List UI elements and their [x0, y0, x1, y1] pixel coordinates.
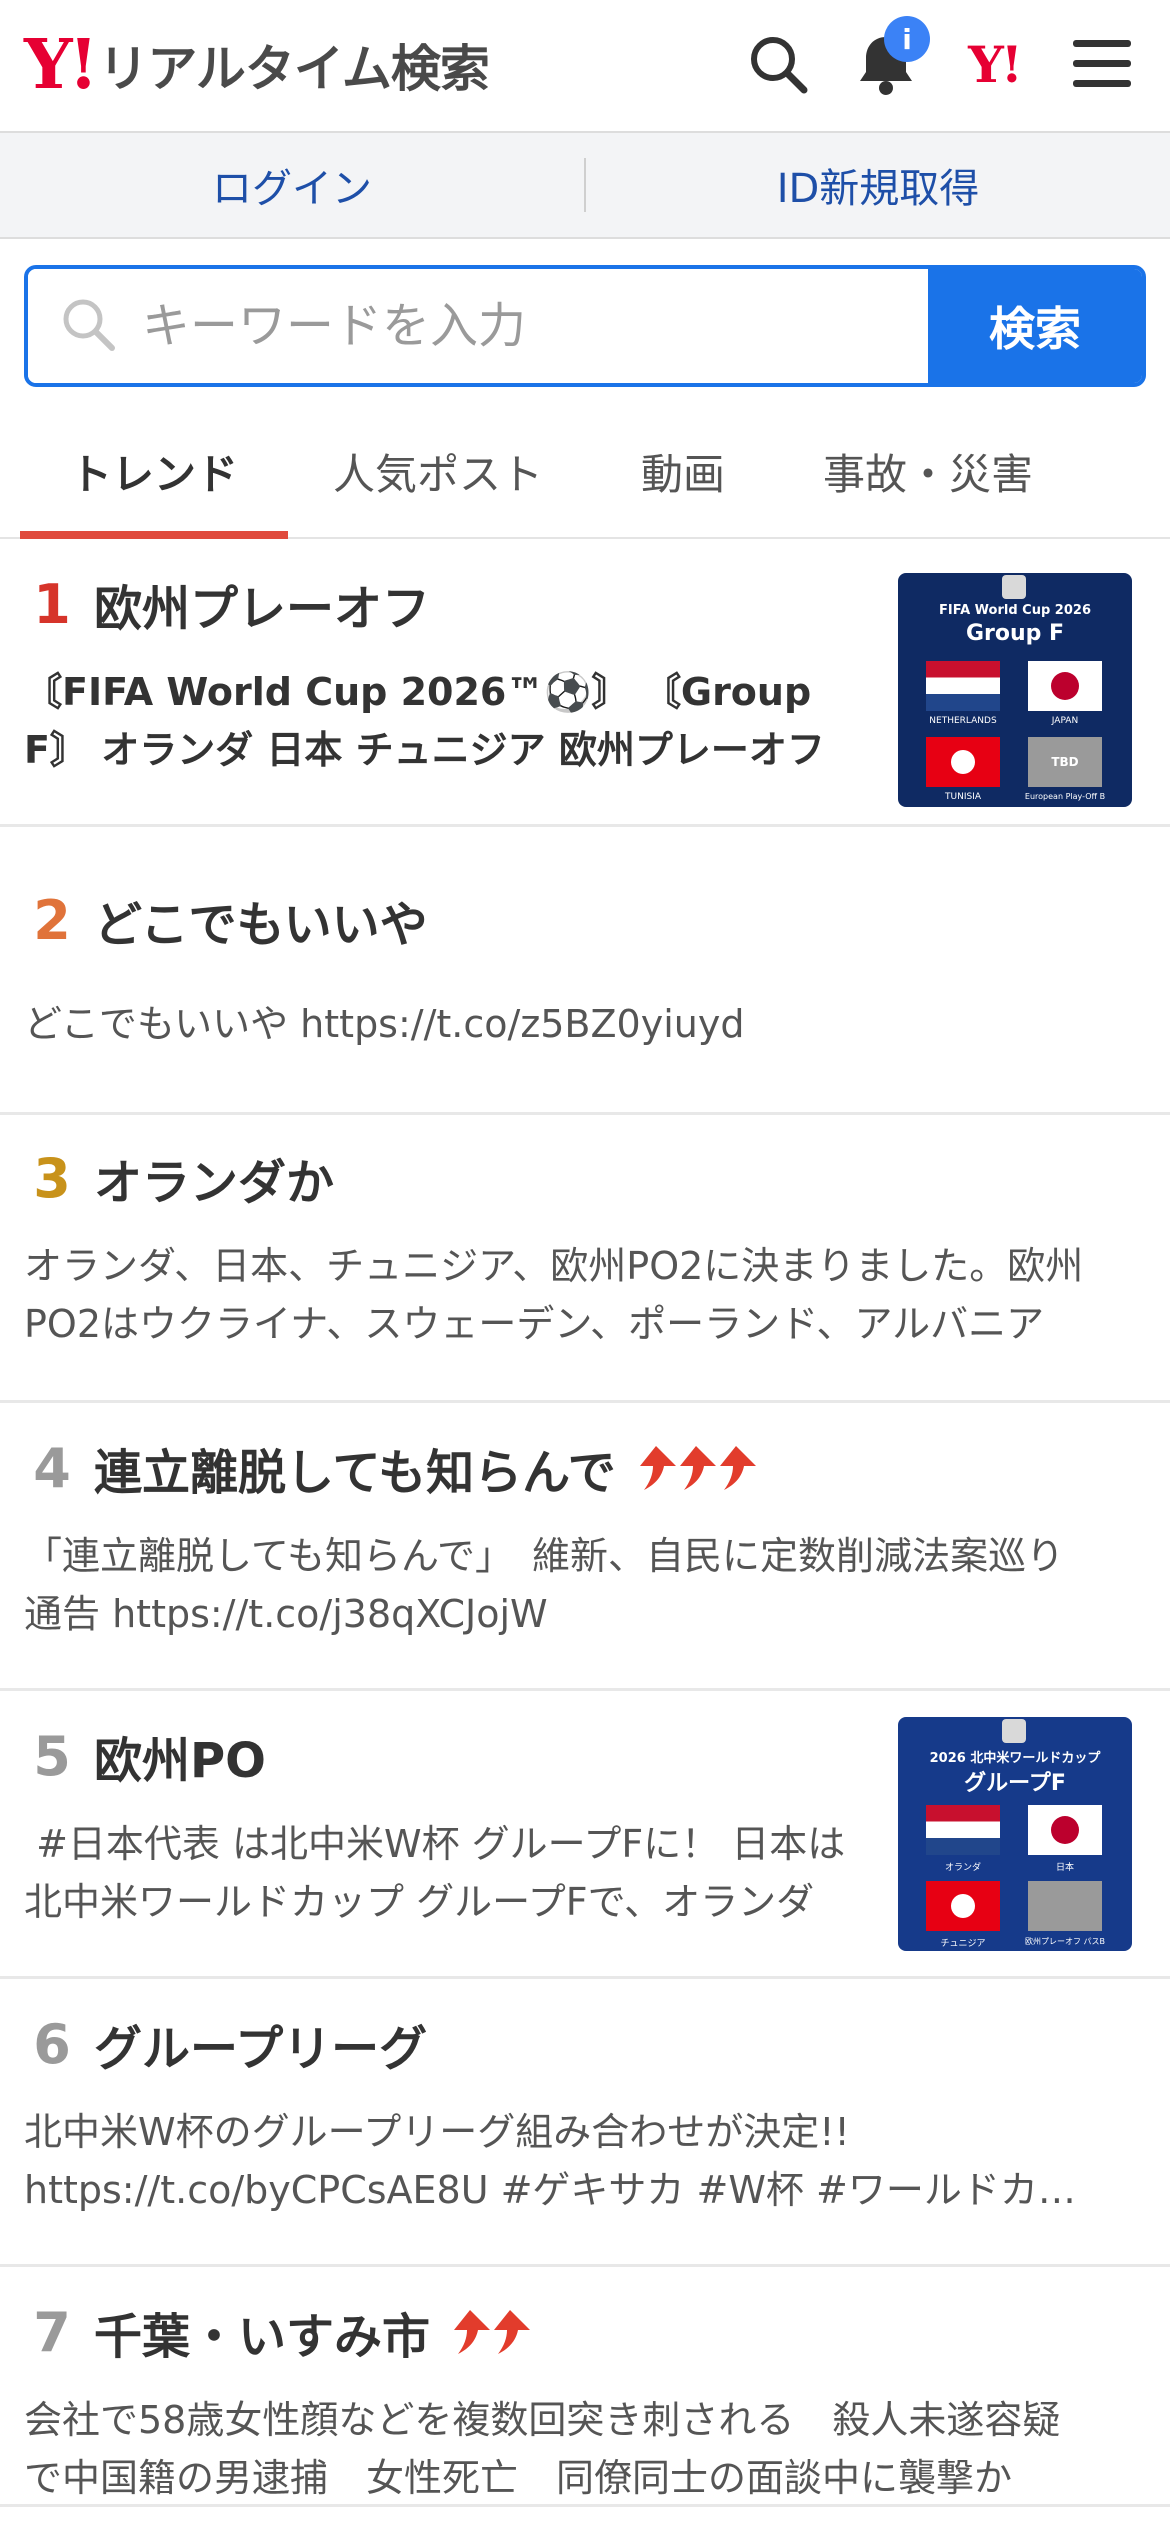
flag-tunisia	[926, 1881, 1000, 1931]
trend-heading: 5 欧州PO	[24, 1721, 870, 1791]
register-id-link[interactable]: ID新規取得	[586, 156, 1170, 214]
flag-netherlands	[926, 661, 1000, 711]
trend-description: ​ #日本代表 は北中米W杯 グループFに！ ​日本は北中米ワールドカップ グル…	[24, 1822, 846, 1924]
trend-title: 連立離脱しても知らんで	[94, 1445, 616, 1501]
team-label: European Play-Off B	[1024, 792, 1106, 801]
app-title: リアルタイム検索	[98, 40, 489, 98]
trend-item[interactable]: 7 千葉・いすみ市会社で58歳女性顔などを複数回突き刺される 殺人未遂容疑で中国籍…	[0, 2267, 1170, 2507]
trend-title: どこでもいいや	[94, 897, 428, 953]
flag-tunisia	[926, 737, 1000, 787]
tab-label: 事故・災害	[822, 449, 1033, 499]
trend-item[interactable]: 6 グループリーグ北中米W杯のグループリーグ組み合わせが決定!! https://…	[0, 1979, 1170, 2267]
trend-item[interactable]: 5 欧州PO ​ #日本代表 は北中米W杯 グループFに！ ​日本は北中米ワールドカ…	[0, 1691, 1170, 1979]
flag-tbd: TBD	[1028, 737, 1102, 787]
trend-rank: 6	[33, 2012, 71, 2076]
trend-heading: 3 オランダか	[24, 1143, 1090, 1213]
header-icons: i Y!	[706, 16, 1138, 100]
trend-description: どこでもいいや https://t.co/z5BZ0yiuyd	[24, 1002, 745, 1046]
trend-item[interactable]: 2 どこでもいいやどこでもいいや https://t.co/z5BZ0yiuyd	[0, 827, 1170, 1115]
tab-label: 人気ポスト	[332, 449, 543, 499]
team-label: オランダ	[944, 1863, 981, 1873]
trend-rank: 1	[33, 572, 71, 636]
trend-rising-indicator	[634, 1444, 756, 1492]
thumb-header: 2026 北中米ワールドカップ	[929, 1751, 1101, 1766]
trend-rank: 3	[33, 1146, 71, 1210]
search-box: 検索	[24, 265, 1146, 387]
login-link[interactable]: ログイン	[0, 156, 584, 214]
trend-heading: 4 連立離脱しても知らんで	[24, 1433, 1090, 1503]
trend-thumbnail[interactable]: 2026 北中米ワールドカップグループF オランダ 日本チュニジア 欧州プレーオフ パ…	[898, 1717, 1132, 1951]
trophy-icon	[1002, 1719, 1026, 1743]
search-icon[interactable]	[742, 28, 814, 100]
trend-heading: 2 どこでもいいや	[24, 885, 1090, 955]
trend-rank: 4	[33, 1436, 71, 1500]
notification-badge: i	[884, 16, 930, 62]
team-label: JAPAN	[1051, 716, 1079, 726]
trend-heading: 6 グループリーグ	[24, 2009, 1090, 2079]
tbd-label: TBD	[1051, 755, 1079, 769]
thumb-group: グループF	[964, 1771, 1066, 1796]
trending-up-arrow-icon	[494, 2310, 531, 2354]
notification-bell-icon[interactable]: i	[850, 16, 930, 100]
yahoo-mark: Y!	[968, 34, 1023, 94]
trend-item[interactable]: 4 連立離脱しても知らんで「連立離脱しても知らんで」 維新、自民に定数削減法案巡り…	[0, 1403, 1170, 1691]
trend-item[interactable]: 3 オランダかオランダ、日本、チュニジア、欧州PO2に決まりました。欧州PO2はウ…	[0, 1115, 1170, 1403]
trend-title: 欧州PO	[94, 1733, 266, 1789]
search-field-icon	[60, 296, 116, 356]
login-bar: ログイン ID新規取得	[0, 133, 1170, 239]
thumb-header: FIFA World Cup 2026	[938, 603, 1091, 618]
trend-description: 「連立離脱しても知らんで」 維新、自民に定数削減法案巡り通告 https://t…	[24, 1534, 1065, 1636]
trend-title: オランダか	[94, 1155, 335, 1211]
trend-description: 北中米W杯のグループリーグ組み合わせが決定!! https://t.co/byC…	[24, 2110, 1076, 2212]
trend-title: 千葉・いすみ市	[94, 2309, 431, 2365]
tab-3[interactable]: 動画	[588, 405, 778, 537]
trend-list: 1 欧州プレーオフ〘FIFA World Cup 2026™⚽〙 〘Group F…	[0, 539, 1170, 2507]
tab-1[interactable]: トレンド	[20, 405, 288, 539]
trend-rank: 5	[33, 1724, 71, 1788]
trend-description: オランダ、日本、チュニジア、欧州PO2に決まりました。欧州PO2はウクライナ、ス…	[24, 1244, 1084, 1346]
tab-label: トレンド	[69, 449, 238, 499]
flag-netherlands	[926, 1805, 1000, 1855]
flag-japan	[1028, 661, 1102, 711]
trend-item[interactable]: 1 欧州プレーオフ〘FIFA World Cup 2026™⚽〙 〘Group F…	[0, 539, 1170, 827]
tab-4[interactable]: 事故・災害	[778, 405, 1078, 537]
search-button[interactable]: 検索	[928, 269, 1142, 383]
flag-japan	[1028, 1805, 1102, 1855]
trend-rank: 2	[33, 888, 71, 952]
trophy-icon	[1002, 575, 1026, 599]
trend-description: 会社で58歳女性顔などを複数回突き刺される 殺人未遂容疑で中国籍の男逮捕 女性死…	[24, 2398, 1061, 2500]
team-label: TUNISIA	[945, 792, 981, 802]
yahoo-logo-mark: Y!	[24, 25, 98, 105]
trend-heading: 7 千葉・いすみ市	[24, 2297, 1090, 2367]
team-label: チュニジア	[940, 1939, 986, 1949]
flag-tbd	[1028, 1881, 1102, 1931]
search-field	[28, 269, 928, 383]
app-logo[interactable]: Y! リアルタイム検索	[24, 25, 490, 105]
trend-title: 欧州プレーオフ	[94, 581, 431, 637]
team-label: NETHERLANDS	[929, 716, 997, 726]
team-label: 欧州プレーオフ パスB	[1024, 1937, 1106, 1946]
trend-description: 〘FIFA World Cup 2026™⚽〙 〘Group F〙 ​オランダ …	[24, 670, 825, 772]
hamburger-menu-icon[interactable]	[1066, 28, 1138, 100]
trend-thumbnail[interactable]: FIFA World Cup 2026 Group F NETHERLANDS JAP…	[898, 573, 1132, 807]
app-header: Y! リアルタイム検索 i Y!	[0, 0, 1170, 133]
search-area: 検索	[0, 239, 1170, 399]
tab-2[interactable]: 人気ポスト	[288, 405, 588, 537]
search-input[interactable]	[142, 298, 928, 354]
trend-heading: 1 欧州プレーオフ	[24, 569, 870, 639]
category-tabs: トレンド 人気ポスト 動画 事故・災害	[0, 405, 1170, 539]
trending-up-arrow-icon	[719, 1446, 756, 1490]
thumb-group: Group F	[965, 621, 1065, 646]
trend-rising-indicator	[448, 2308, 531, 2356]
yahoo-top-link[interactable]: Y!	[958, 28, 1030, 100]
trend-rank: 7	[33, 2300, 71, 2364]
tab-label: 動画	[640, 449, 725, 499]
team-label: 日本	[1055, 1863, 1074, 1873]
trend-title: グループリーグ	[94, 2021, 428, 2077]
